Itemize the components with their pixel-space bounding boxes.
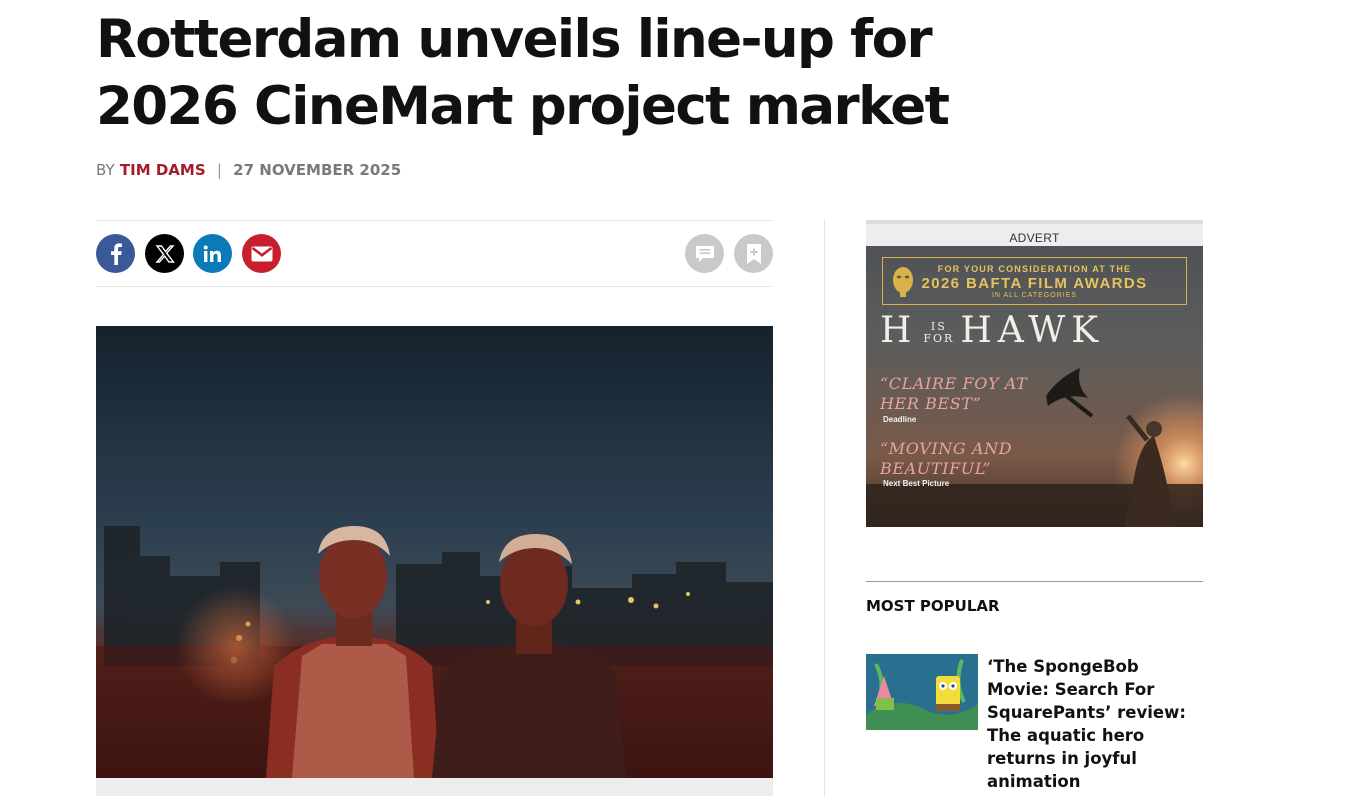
most-popular-item[interactable]: ‘The SpongeBob Movie: Search For SquareP… [866,654,1203,794]
advert-fyc-line1: FOR YOUR CONSIDERATION AT THE [937,264,1132,274]
publish-date: 27 NOVEMBER 2025 [233,161,402,179]
comments-button[interactable] [685,234,724,273]
advert-container: ADVERT FOR YOUR CONSIDERATION AT THE 202… [866,220,1203,527]
advert-film-title: H IS FOR HAWK [880,310,1200,351]
email-icon [251,246,272,261]
most-popular-title: MOST POPULAR [866,597,1000,615]
facebook-icon [110,242,122,265]
advert-title-h: H [880,310,918,351]
byline-prefix: BY [96,161,115,179]
advert-fyc-box: FOR YOUR CONSIDERATION AT THE 2026 BAFTA… [882,257,1187,305]
advert-fyc-line2: 2026 BAFTA FILM AWARDS [921,275,1148,292]
email-share-button[interactable] [242,234,281,273]
image-caption-strip [96,778,773,796]
advert-quote-2-source: Next Best Picture [883,479,950,488]
most-popular-thumbnail[interactable] [866,654,978,730]
column-divider [824,220,825,796]
byline-separator: | [216,161,222,179]
bookmark-button[interactable] [734,234,773,273]
advert-title-for: FOR [923,332,955,345]
author-link[interactable]: TIM DAMS [120,161,206,179]
advert-quote-1-source: Deadline [883,415,917,424]
most-popular-headline[interactable]: ‘The SpongeBob Movie: Search For SquareP… [987,655,1201,793]
advert-banner[interactable]: FOR YOUR CONSIDERATION AT THE 2026 BAFTA… [866,246,1203,527]
article-headline: Rotterdam unveils line-up for 2026 CineM… [96,9,950,137]
advert-quote-1: “CLAIRE FOY AT HER BEST” [880,374,1028,413]
advert-fyc-line3: IN ALL CATEGORIES [991,292,1078,299]
most-popular-rule [866,581,1203,582]
facebook-share-button[interactable] [96,234,135,273]
x-icon [154,244,175,263]
advert-title-hawk: HAWK [960,310,1105,351]
bafta-mask-icon [893,267,913,297]
linkedin-icon [203,245,221,262]
share-bar [96,220,773,287]
byline: BY TIM DAMS | 27 NOVEMBER 2025 [96,161,401,179]
spongebob-thumbnail-illustration [866,654,978,730]
bookmark-icon [746,243,761,264]
comment-icon [695,245,714,262]
article-hero-image [96,326,773,778]
x-share-button[interactable] [145,234,184,273]
advert-title-isfor: IS FOR [923,321,954,345]
hero-illustration [96,326,773,778]
advert-label: ADVERT [1009,231,1060,245]
advert-quote-2: “MOVING AND BEAUTIFUL” [880,439,1013,478]
linkedin-share-button[interactable] [193,234,232,273]
